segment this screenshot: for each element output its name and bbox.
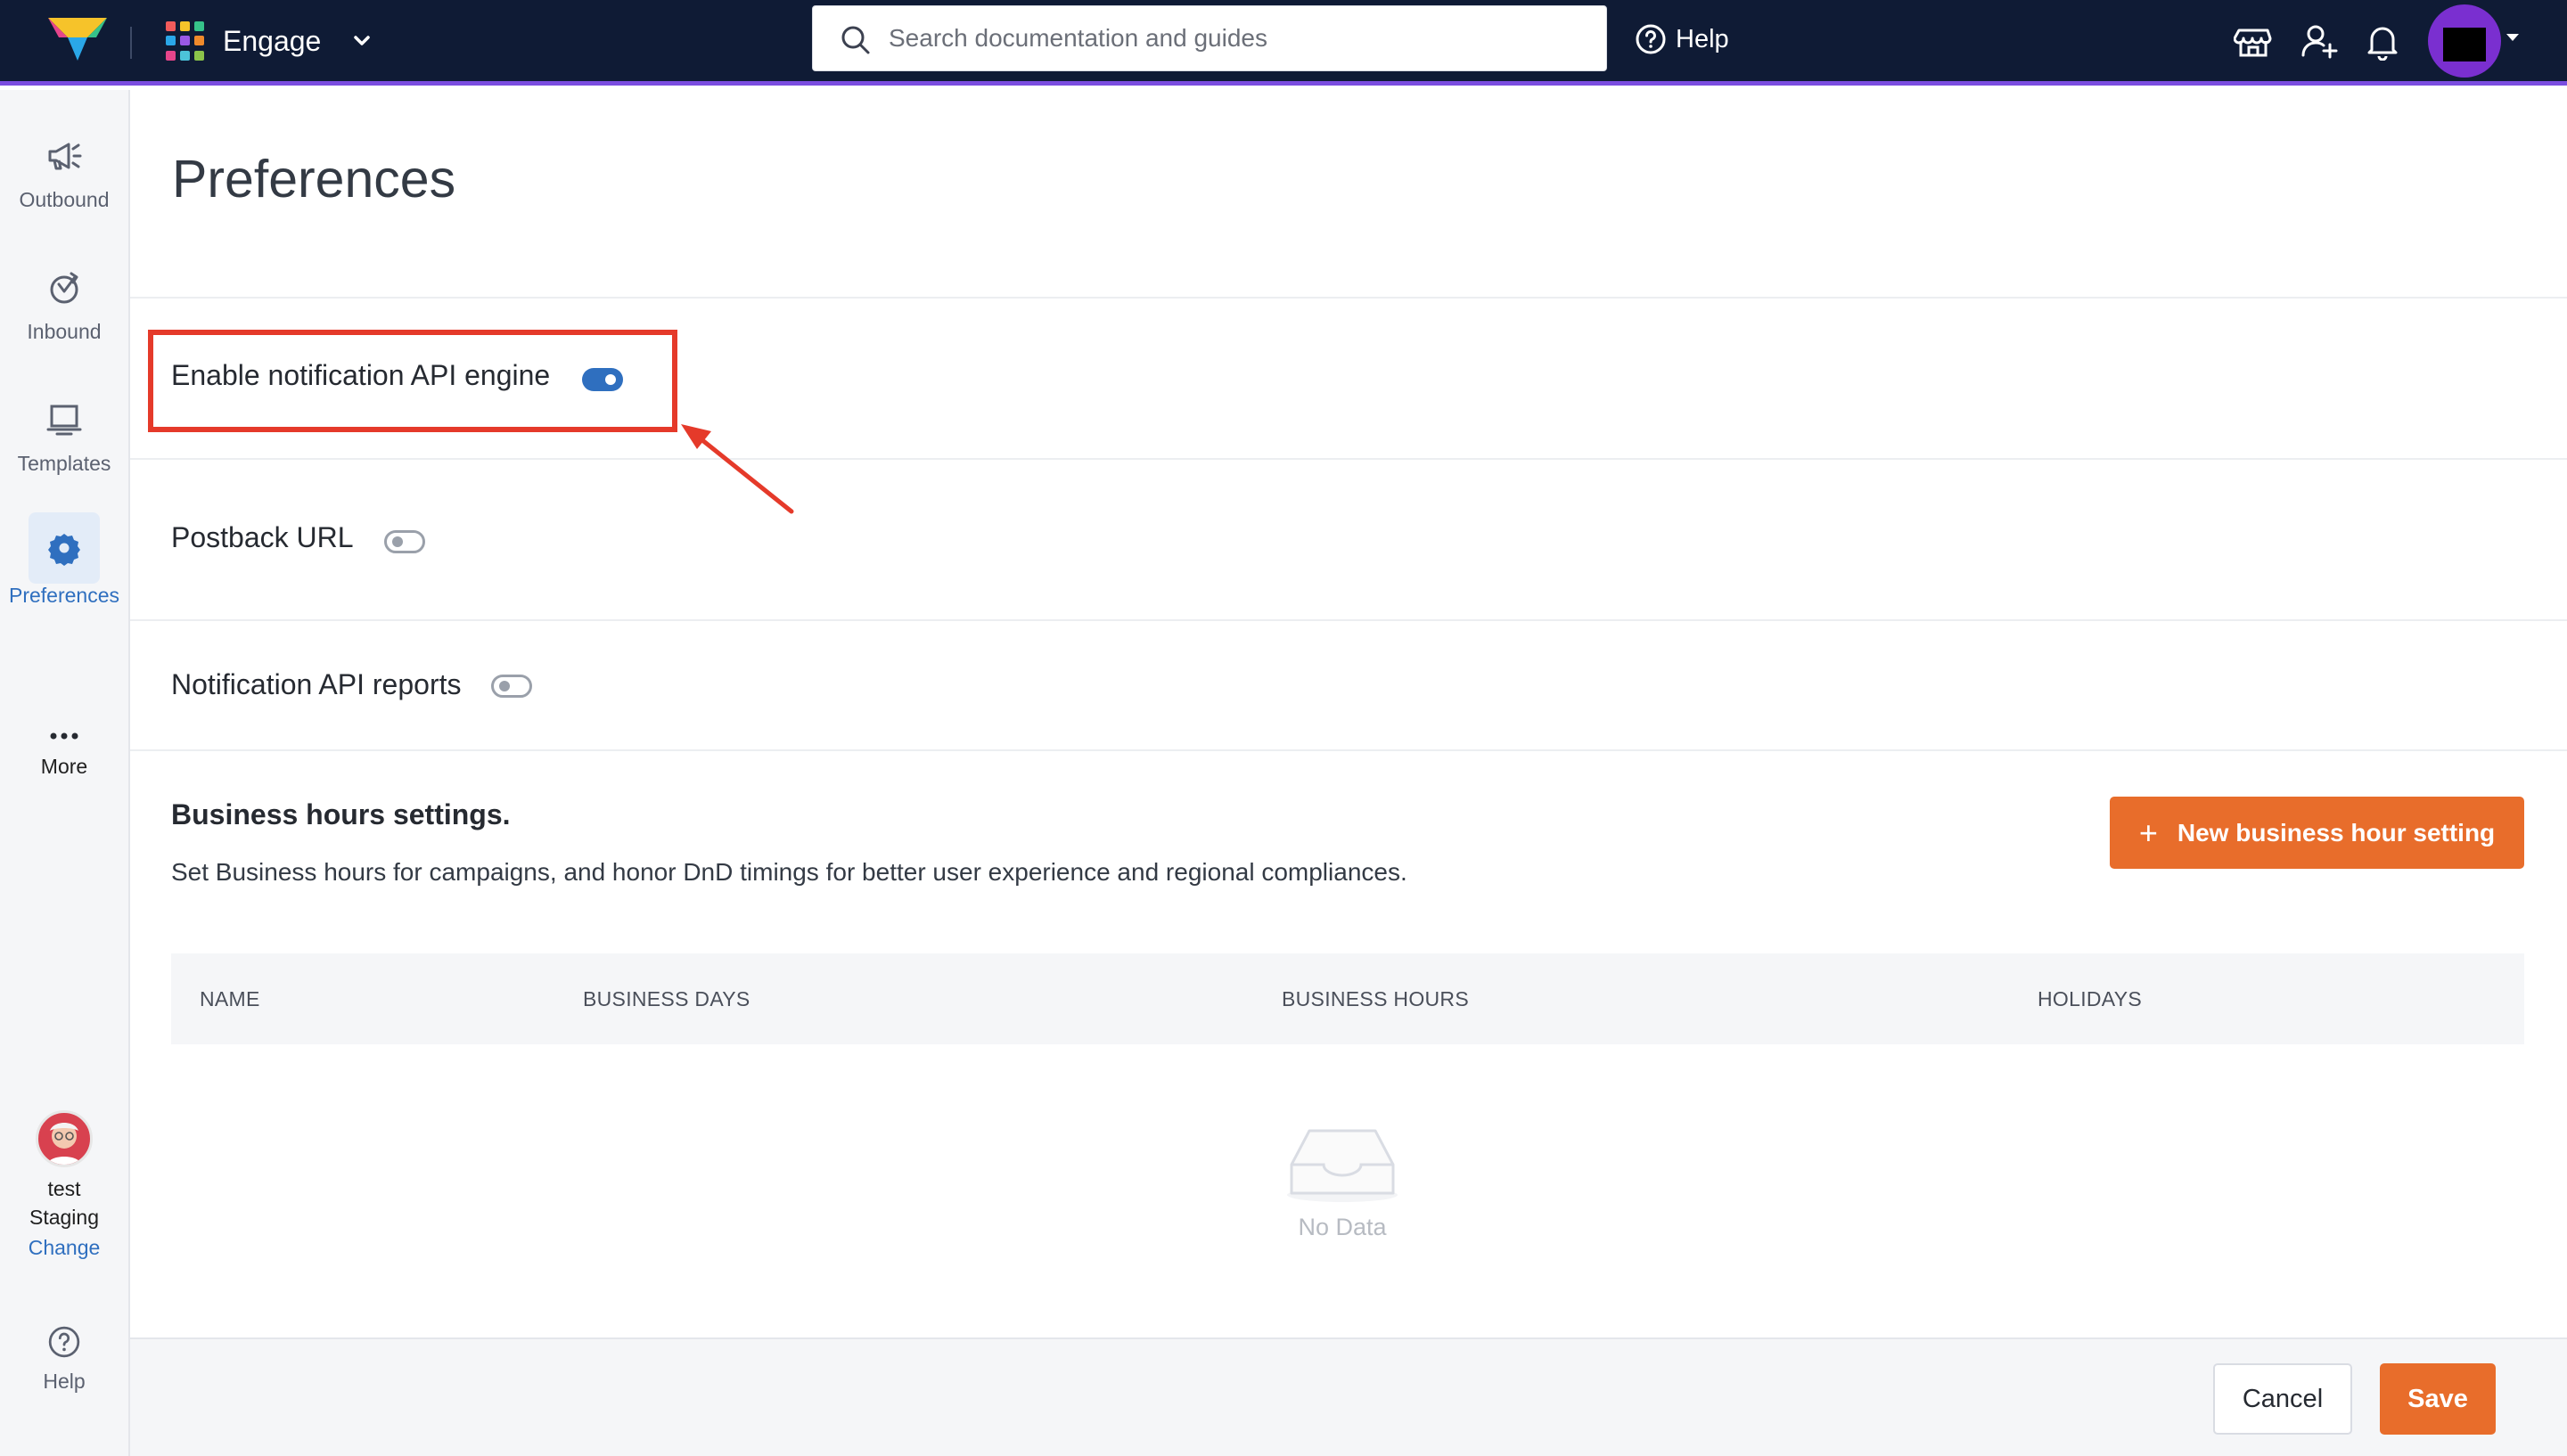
new-business-hour-label: New business hour setting: [2177, 818, 2496, 847]
gear-icon: [29, 512, 100, 584]
new-business-hour-button[interactable]: + New business hour setting: [2110, 797, 2524, 869]
sidebar-item-inbound[interactable]: Inbound: [0, 261, 128, 344]
sidebar: Outbound Inbound Templates Preferences M…: [0, 90, 130, 1456]
column-header-name[interactable]: NAME: [200, 953, 260, 1044]
column-header-holidays[interactable]: HOLIDAYS: [2038, 953, 2142, 1044]
more-dots-icon: [37, 723, 91, 749]
help-circle-icon: [1636, 24, 1666, 54]
empty-state: No Data: [1209, 1124, 1476, 1241]
cancel-button[interactable]: Cancel: [2213, 1363, 2352, 1435]
pref-row-postback-url: Postback URL: [171, 521, 425, 554]
divider: [130, 749, 2567, 751]
workspace-avatar: [36, 1110, 93, 1167]
notification-api-reports-toggle[interactable]: [491, 674, 533, 698]
plus-icon: +: [2138, 814, 2158, 851]
change-workspace-link[interactable]: Change: [0, 1231, 128, 1264]
business-hours-title: Business hours settings.: [171, 798, 511, 830]
template-icon: [37, 393, 91, 446]
column-header-business-days[interactable]: BUSINESS DAYS: [583, 953, 750, 1044]
avatar-caret-icon[interactable]: [2506, 34, 2519, 41]
sidebar-item-label: Preferences: [8, 584, 119, 607]
inbound-icon: [37, 261, 91, 315]
workspace-switcher: test Staging Change: [0, 1110, 128, 1264]
search-input[interactable]: [889, 6, 1593, 70]
workspace-name: test: [47, 1177, 81, 1200]
add-user-icon[interactable]: [2300, 21, 2339, 61]
postback-url-toggle[interactable]: [383, 529, 425, 553]
search-icon: [841, 26, 870, 54]
store-icon[interactable]: [2234, 21, 2273, 61]
product-name[interactable]: Engage: [223, 21, 321, 61]
sidebar-item-templates[interactable]: Templates: [0, 393, 128, 476]
divider: [130, 619, 2567, 621]
pref-row-notification-api-reports: Notification API reports: [171, 668, 533, 701]
bell-icon[interactable]: [2363, 21, 2402, 61]
sidebar-item-label: More: [40, 755, 88, 778]
chevron-down-icon[interactable]: [348, 27, 376, 55]
sidebar-item-label: Inbound: [27, 320, 102, 343]
pref-label: Notification API reports: [171, 668, 462, 700]
search-box: [812, 5, 1607, 71]
sidebar-item-label: Help: [43, 1370, 86, 1393]
help-circle-icon: [37, 1320, 91, 1364]
sidebar-item-label: Outbound: [19, 188, 110, 211]
workspace-env: Staging: [29, 1206, 99, 1229]
business-hours-table-header: NAME BUSINESS DAYS BUSINESS HOURS HOLIDA…: [171, 953, 2524, 1044]
main-content: Preferences Enable notification API engi…: [130, 90, 2567, 1456]
apps-grid-icon[interactable]: [166, 21, 205, 61]
footer-action-bar: Cancel Save: [130, 1337, 2567, 1456]
annotation-arrow-icon: [681, 424, 794, 514]
top-navigation-bar: Engage Help: [0, 0, 2567, 86]
annotation-highlight-box: [148, 330, 677, 432]
help-link[interactable]: Help: [1635, 20, 1729, 59]
column-header-business-hours[interactable]: BUSINESS HOURS: [1282, 953, 1469, 1044]
megaphone-icon: [37, 129, 91, 183]
no-data-label: No Data: [1298, 1214, 1387, 1240]
sidebar-item-help[interactable]: Help: [0, 1320, 128, 1394]
help-label: Help: [1676, 24, 1729, 53]
divider: [130, 297, 2567, 299]
logo-icon[interactable]: [48, 16, 107, 62]
save-button[interactable]: Save: [2380, 1363, 2496, 1435]
divider: [130, 458, 2567, 460]
logo-separator: [130, 27, 132, 59]
sidebar-item-more[interactable]: More: [0, 723, 128, 779]
sidebar-item-label: Templates: [17, 452, 111, 475]
business-hours-description: Set Business hours for campaigns, and ho…: [171, 858, 1407, 886]
sidebar-item-outbound[interactable]: Outbound: [0, 129, 128, 212]
sidebar-item-preferences[interactable]: Preferences: [0, 512, 128, 608]
pref-label: Postback URL: [171, 521, 354, 553]
empty-inbox-icon: [1287, 1129, 1398, 1202]
page-title: Preferences: [172, 150, 456, 209]
user-avatar[interactable]: [2428, 4, 2501, 78]
